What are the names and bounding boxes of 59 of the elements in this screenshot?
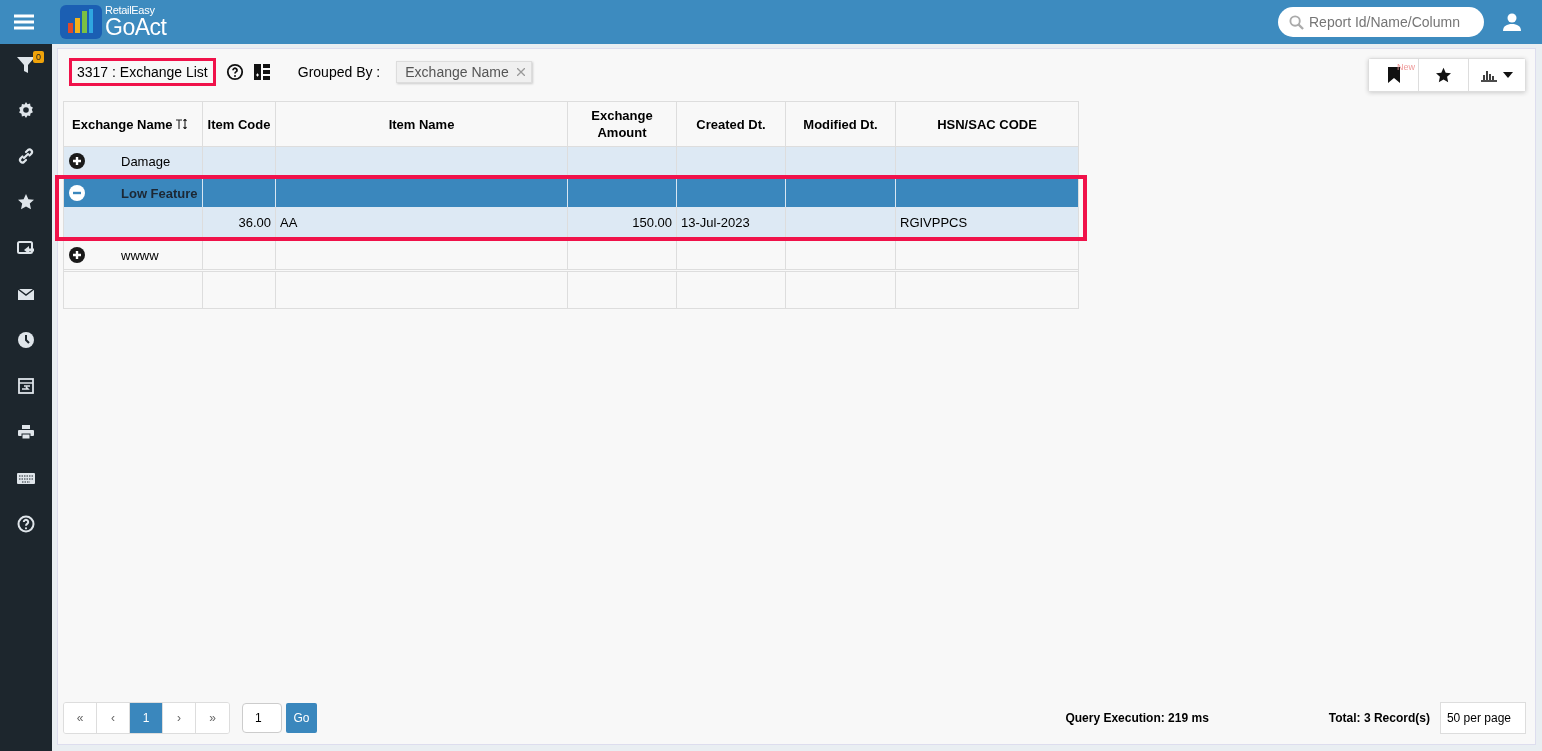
column-header[interactable]: HSN/SAC CODE	[896, 102, 1078, 146]
filter-count-badge: 0	[33, 51, 44, 63]
bar-chart-logo-icon	[60, 5, 102, 39]
expand-icon[interactable]	[69, 153, 85, 169]
search-field[interactable]: Report Id/Name/Column	[1278, 7, 1484, 37]
per-page-select[interactable]: 50 per page	[1439, 702, 1526, 734]
column-header[interactable]: Item Name	[276, 102, 568, 146]
group-name: Low Feature	[121, 185, 198, 201]
layout-icon[interactable]	[253, 64, 270, 80]
column-header[interactable]: Exchange Amount	[568, 102, 677, 146]
print-icon[interactable]	[16, 422, 36, 442]
column-header[interactable]: Item Code	[203, 102, 276, 146]
group-row[interactable]: wwww	[64, 241, 1078, 269]
chart-dropdown-button[interactable]	[1469, 59, 1525, 91]
collapse-icon[interactable]	[69, 185, 85, 201]
logo-title: GoAct	[105, 16, 167, 39]
query-execution-text: Query Execution: 219 ms	[1065, 711, 1209, 725]
group-chip-label: Exchange Name	[405, 64, 509, 80]
filter-icon[interactable]	[16, 55, 36, 75]
sort-icon[interactable]	[176, 119, 189, 129]
page-button[interactable]: ‹	[97, 703, 130, 733]
group-name: wwww	[121, 247, 159, 263]
user-icon[interactable]	[1502, 12, 1522, 32]
column-header[interactable]: Modified Dt.	[786, 102, 896, 146]
report-title: 3317 : Exchange List	[69, 58, 216, 86]
column-header[interactable]: Exchange Name	[72, 115, 173, 133]
clock-icon[interactable]	[16, 330, 36, 350]
page-number-field[interactable]: 1	[242, 703, 282, 733]
page-button[interactable]: ›	[163, 703, 196, 733]
table-cell: 150.00	[632, 214, 672, 230]
menu-icon[interactable]	[14, 14, 34, 30]
table-cell: RGIVPPCS	[900, 214, 968, 230]
table-cell: 13-Jul-2023	[681, 214, 750, 230]
page-button[interactable]: «	[64, 703, 97, 733]
schedule-icon[interactable]	[16, 376, 36, 396]
expand-icon[interactable]	[69, 247, 85, 263]
gear-icon[interactable]	[16, 100, 36, 120]
page-button[interactable]: »	[196, 703, 229, 733]
group-row[interactable]: Low Feature	[64, 179, 1078, 207]
table-cell: 36.00	[238, 214, 271, 230]
star-icon	[1435, 66, 1452, 84]
group-chip[interactable]: Exchange Name	[396, 61, 532, 83]
logo-subtitle: RetailEasy	[105, 5, 156, 16]
favorite-button[interactable]	[1419, 59, 1469, 91]
page-button[interactable]: 1	[130, 703, 163, 733]
group-name: Damage	[121, 153, 171, 169]
link-icon[interactable]	[16, 146, 36, 166]
star-icon[interactable]	[16, 192, 36, 212]
bar-chart-icon	[1481, 68, 1497, 82]
group-row[interactable]: Damage	[64, 147, 1078, 175]
table-cell: AA	[280, 214, 298, 230]
go-button[interactable]: Go	[286, 703, 317, 733]
new-label: New	[1397, 62, 1415, 72]
help-icon[interactable]	[225, 63, 244, 81]
grouped-by-label: Grouped By :	[297, 64, 381, 80]
total-records-text: Total: 3 Record(s)	[1328, 711, 1430, 725]
caret-icon	[1503, 72, 1513, 78]
search-icon	[1289, 15, 1304, 30]
column-header[interactable]: Created Dt.	[677, 102, 786, 146]
